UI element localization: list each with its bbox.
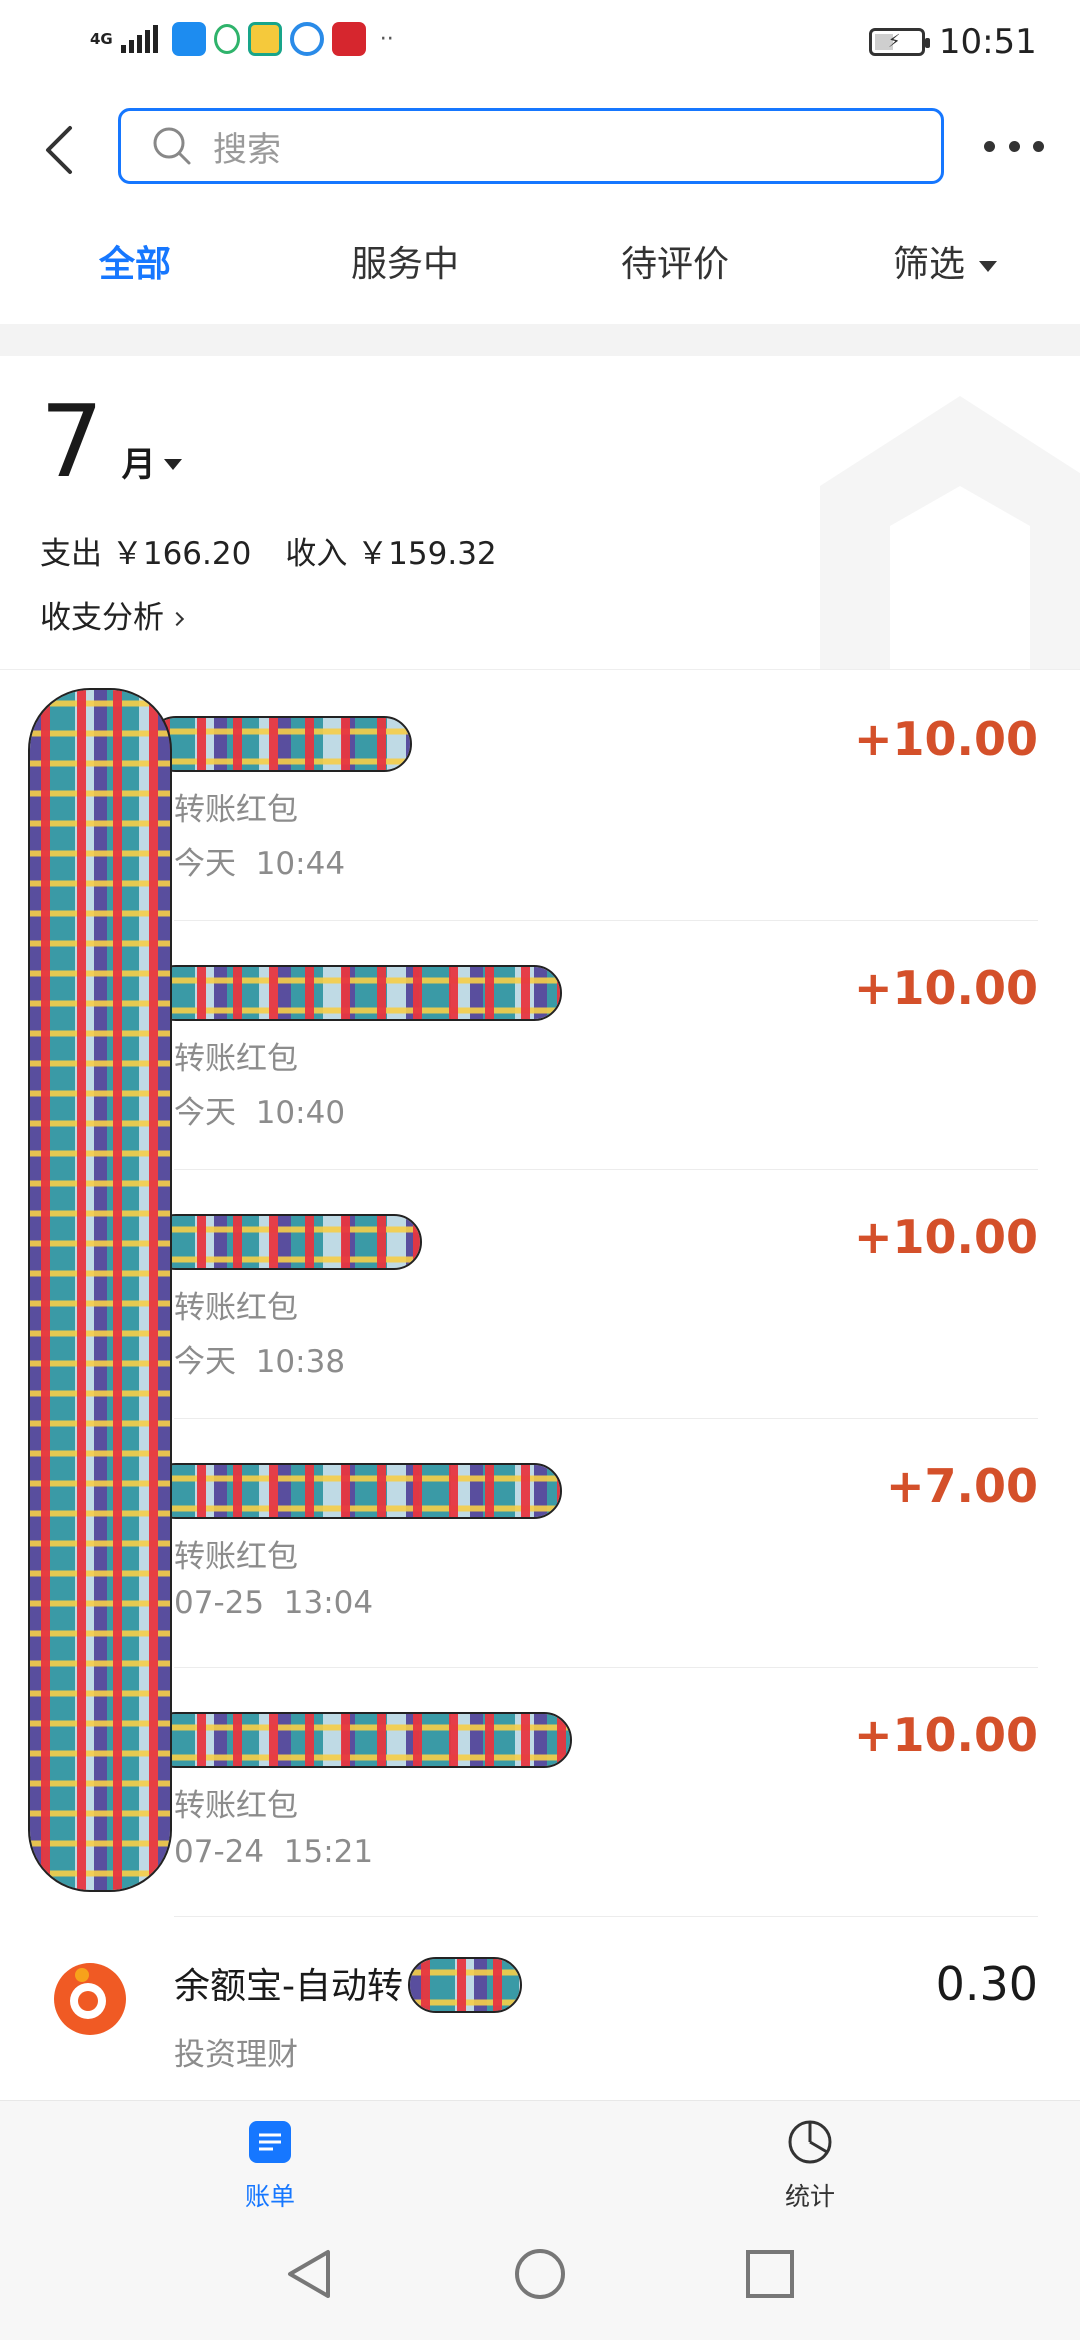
month-number: 7 <box>40 383 104 500</box>
system-navigation-bar <box>0 2218 1080 2340</box>
month-totals: 支出 ￥166.20 收入 ￥159.32 <box>40 528 497 573</box>
transaction-time: 今天 10:44 <box>174 846 346 882</box>
battery-icon: ⚡ <box>868 28 930 56</box>
transaction-amount: +10.00 <box>853 712 1038 766</box>
chevron-down-icon <box>979 260 997 272</box>
income-expense-analysis-link[interactable]: 收支分析 <box>40 592 185 637</box>
network-type: 4G <box>90 29 113 48</box>
transaction-amount: +10.00 <box>853 1708 1038 1762</box>
search-icon <box>153 127 191 165</box>
bill-icon <box>249 2121 291 2163</box>
header: 搜索 <box>0 90 1080 200</box>
status-bar: 4G ·· ⚡ 10:51 <box>0 0 1080 84</box>
tab-to-review[interactable]: 待评价 <box>540 222 810 322</box>
tab-all[interactable]: 全部 <box>0 222 270 322</box>
nav-statistics[interactable]: 统计 <box>710 2119 910 2213</box>
recents-square-icon[interactable] <box>742 2246 798 2302</box>
transaction-title: 余额宝-自动转 <box>174 1966 403 2007</box>
redacted-name <box>408 1957 522 2013</box>
redacted-name <box>148 965 562 1021</box>
transaction-category: 转账红包 <box>174 792 298 828</box>
transaction-category: 转账红包 <box>174 1041 298 1077</box>
transaction-amount: +10.00 <box>853 961 1038 1015</box>
transaction-amount: 0.30 <box>935 1957 1038 2011</box>
background-decoration-icon <box>820 396 1080 669</box>
browser-app-icon <box>289 22 324 56</box>
pie-chart-icon <box>788 2120 832 2164</box>
back-arrow-icon <box>46 126 72 174</box>
redacted-name <box>148 716 412 772</box>
chevron-right-icon <box>169 611 185 627</box>
nav-bills-label: 账单 <box>244 2182 295 2211</box>
expense-total: 支出 ￥166.20 <box>40 536 252 572</box>
transaction-category: 转账红包 <box>174 1539 298 1575</box>
status-icons: 4G ·· <box>90 22 394 56</box>
back-button[interactable] <box>34 118 94 178</box>
month-summary: 7 月 支出 ￥166.20 收入 ￥159.32 收支分析 <box>0 356 1080 670</box>
caret-down-icon <box>163 459 182 470</box>
transaction-amount: +10.00 <box>853 1210 1038 1264</box>
tab-in-service[interactable]: 服务中 <box>270 222 540 322</box>
more-options-icon[interactable] <box>984 126 1044 166</box>
filter-tabs: 全部 服务中 待评价 筛选 <box>0 222 1080 322</box>
month-picker[interactable]: 7 月 <box>40 392 182 492</box>
tab-filter[interactable]: 筛选 <box>810 222 1080 322</box>
redacted-name <box>148 1214 422 1270</box>
home-circle-icon[interactable] <box>512 2246 568 2302</box>
yuebao-icon <box>54 1963 126 2035</box>
search-placeholder: 搜索 <box>213 129 281 170</box>
transaction-time: 今天 10:38 <box>174 1344 346 1380</box>
transaction-category: 转账红包 <box>174 1290 298 1326</box>
more-notifications-icon: ·· <box>379 26 394 52</box>
transaction-time: 07-24 15:21 <box>174 1834 374 1870</box>
search-input[interactable]: 搜索 <box>118 108 944 184</box>
redacted-name <box>148 1463 562 1519</box>
nav-statistics-label: 统计 <box>784 2182 835 2211</box>
xianyu-app-icon <box>247 22 282 56</box>
status-right: ⚡ 10:51 <box>868 22 1037 62</box>
transaction-time: 07-25 13:04 <box>174 1585 374 1621</box>
month-unit: 月 <box>121 445 156 485</box>
green-app-icon <box>213 24 240 54</box>
transaction-category: 投资理财 <box>174 2037 298 2073</box>
bottom-navigation: 账单 统计 <box>0 2100 1080 2218</box>
transaction-time: 今天 10:40 <box>174 1095 346 1131</box>
transaction-category: 转账红包 <box>174 1788 298 1824</box>
back-triangle-icon[interactable] <box>282 2246 338 2302</box>
transaction-amount: +7.00 <box>885 1459 1038 1513</box>
section-divider <box>0 324 1080 356</box>
redacted-name <box>148 1712 572 1768</box>
signal-icon <box>120 25 158 53</box>
nav-bills[interactable]: 账单 <box>170 2119 370 2213</box>
redacted-avatars <box>28 688 172 1892</box>
clock: 10:51 <box>938 22 1037 62</box>
income-total: 收入 ￥159.32 <box>285 536 497 572</box>
bank-app-icon <box>331 22 366 56</box>
wifi-app-icon <box>171 22 206 56</box>
